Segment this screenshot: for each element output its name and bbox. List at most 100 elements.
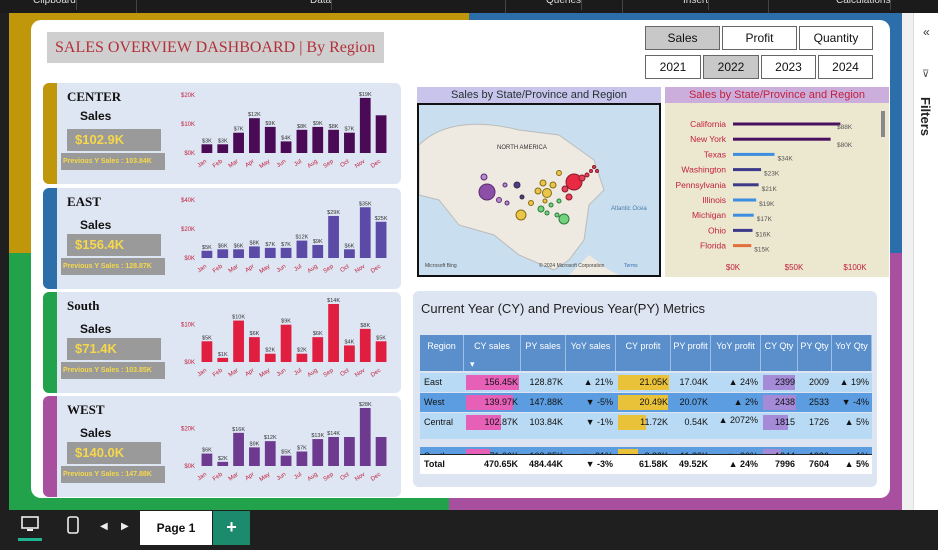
monthly-sales-chart[interactable]: $20K $10K $0K $3K Jan $3K Feb $7K Mar $12K Apr $9K M… [163,83,401,184]
prev-page-icon[interactable]: ◀ [100,521,108,532]
page-tab-page-1[interactable]: Page 1 [140,511,212,545]
cell-cy-qty: 2399 [761,373,798,392]
column-header[interactable]: YoY profit [711,335,761,371]
bar-nov [359,97,371,153]
cell-cy-sales: 139.97K [464,393,521,412]
y-tick-label: $40K [181,198,195,204]
cell-text: ▲ 19% [839,377,869,387]
bar-aug [312,126,324,153]
column-header[interactable]: CY profit [616,335,671,371]
month-label: May [259,264,272,275]
total-py-qty: 7604 [808,459,829,469]
state-bar-chart[interactable]: California $88K New York $80K Texas $34K Washi… [665,87,889,277]
cell-text: ▲ 5% [844,417,869,427]
state-label: Washington [681,165,726,175]
data-label: $19K [359,92,372,98]
cell-yoy-qty: ▲ 5% [832,413,872,439]
ribbon-group-data[interactable]: Data [310,0,333,10]
total-yoy-sales: ▼ -3% [585,459,613,469]
state-value-label: $88K [837,124,853,131]
column-header[interactable]: PY Qty [798,335,832,371]
column-header[interactable]: PY sales [521,335,566,371]
bar-jul [296,129,308,153]
region-card-south[interactable]: South Sales $71.4K Previous Y Sales : 10… [43,292,401,393]
desktop-view-icon[interactable] [21,516,39,536]
month-label: Jul [293,264,303,273]
month-label: Feb [212,367,224,378]
bar-jan [201,250,213,258]
data-label: $14K [327,431,340,437]
cell-yoy-qty: ▲ 1% [832,447,872,454]
ribbon-group-insert[interactable]: Insert [683,0,710,10]
sort-desc-icon[interactable]: ▾ [470,359,475,370]
year-2024-button[interactable]: 2024 [818,55,873,79]
cell-py-qty: 1726 [798,413,832,439]
ribbon-group-clipboard[interactable]: Clipboard [33,0,77,10]
cell-yoy-profit: ▲ 2072% [711,413,761,439]
table-row[interactable]: Central 102.87K 103.84K ▼ -1% 11.72K 0.54K ▲ 2… [420,413,872,439]
cell-text: 139.97K [484,397,518,407]
region-card-west[interactable]: WEST Sales $140.0K Previous Y Sales : 14… [43,396,401,497]
cell-text: 1815 [774,417,795,427]
bar-dec [375,341,387,362]
sales-button[interactable]: Sales [645,26,720,50]
bubble-map[interactable]: NORTH AMERICA Atlantic Ocea Microsoft Bi… [417,103,661,277]
metrics-title: Current Year (CY) and Previous Year(PY) … [421,301,705,316]
chevron-double-left-icon[interactable]: « [923,25,930,39]
map-title: Sales by State/Province and Region [417,87,661,103]
column-header[interactable]: Region [420,335,464,371]
column-header[interactable]: YoY Qty [832,335,872,371]
table-row[interactable]: South71.36K103.85K▼ -31%8.32K11.88K▼ -30… [420,447,872,454]
quantity-button[interactable]: Quantity [799,26,873,50]
bar-feb [217,461,229,466]
next-page-icon[interactable]: ▶ [121,521,129,532]
month-label: May [259,472,272,483]
data-label: $12K [264,435,277,441]
month-label: Aug [307,472,319,483]
state-bar [733,228,753,232]
table-row[interactable]: West 139.97K 147.88K ▼ -5% 20.49K 20.07K ▲ 2% 2… [420,393,872,412]
cell-cy-qty: 2438 [761,393,798,412]
bar-aug [312,244,324,258]
cell-yoy-profit: ▼ -30% [711,447,761,454]
cell-yoy-profit: ▲ 2% [711,393,761,412]
table-row[interactable]: East 156.45K 128.87K ▲ 21% 21.05K 17.04K ▲ 24%… [420,373,872,392]
bar-aug [312,337,324,362]
year-2021-button[interactable]: 2021 [645,55,701,79]
month-label: Dec [370,368,382,379]
month-label: Jun [276,368,287,378]
cell-yoy-qty: ▼ -4% [832,393,872,412]
monthly-sales-chart[interactable]: $10K $0K $5K Jan $1K Feb $10K Mar $6K Apr $2K May $9… [163,292,401,393]
bar-feb [217,144,229,153]
x-tick-label: $50K [785,263,804,272]
profit-button[interactable]: Profit [722,26,797,50]
bar-apr [249,337,260,362]
data-label: $35K [359,201,372,207]
month-label: Jul [293,159,303,168]
cell-text: Central [424,417,454,427]
monthly-sales-chart[interactable]: $20K $0K $6K Jan $2K Feb $16K Mar $9K Apr $12K May $… [163,396,401,497]
x-tick-label: $100K [843,263,867,272]
cell-text: ▼ -4% [841,397,869,407]
month-label: Sep [323,158,336,169]
column-header[interactable]: YoY sales [566,335,616,371]
mobile-view-icon[interactable] [67,516,79,538]
y-tick-label: $0K [184,256,195,262]
month-label: Mar [228,472,240,483]
column-header[interactable]: CY Qty [761,335,798,371]
monthly-sales-chart[interactable]: $40K $20K $0K $5K Jan $6K Feb $6K Mar $8K Apr $7K Ma… [163,188,401,289]
bar-sep [328,129,339,153]
filters-pane[interactable]: « ⊽ Filters [913,13,938,510]
region-card-east[interactable]: EAST Sales $156.4K Previous Y Sales : 12… [43,188,401,289]
canvas-scrollbar[interactable] [902,13,913,510]
ribbon-bar: Clipboard Data Queries Insert Calculatio… [0,0,938,13]
column-header[interactable]: PY profit [671,335,711,371]
region-sales-label: Sales [80,426,112,440]
region-name: CENTER [67,89,122,104]
add-page-button[interactable]: + [213,511,250,545]
region-card-center[interactable]: CENTER Sales $102.9K Previous Y Sales : … [43,83,401,184]
ribbon-group-calculations[interactable]: Calculations [836,0,892,10]
year-2023-button[interactable]: 2023 [761,55,816,79]
year-2022-button[interactable]: 2022 [703,55,759,79]
ribbon-group-queries[interactable]: Queries [546,0,583,10]
